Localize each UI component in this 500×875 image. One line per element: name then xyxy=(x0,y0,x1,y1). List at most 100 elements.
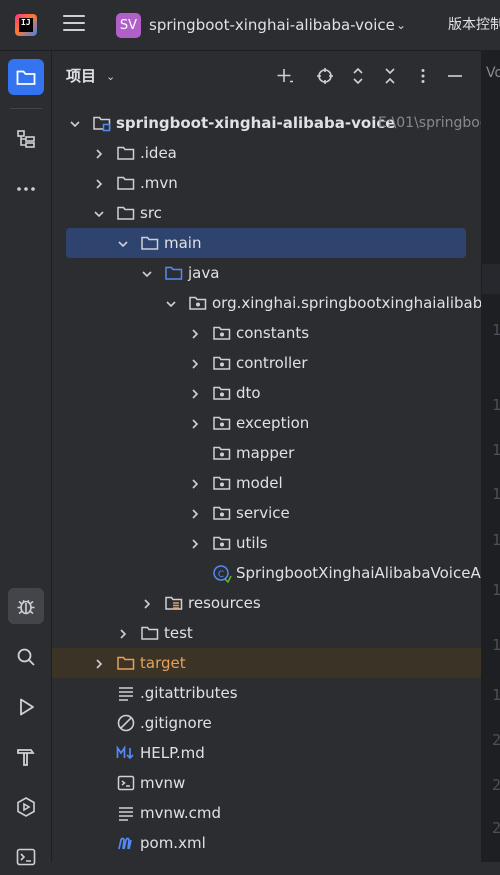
terminal-tool-button[interactable] xyxy=(8,839,44,875)
tree-row-gitattributes[interactable]: .gitattributes xyxy=(52,678,481,708)
editor-area[interactable]: Vo 1 1 1 1 1 1 1 1 2 2 2 xyxy=(481,51,500,862)
package-folder-icon xyxy=(212,503,232,523)
chevron-right-icon[interactable] xyxy=(188,326,202,340)
maven-file-icon xyxy=(116,833,136,853)
options-vertical-icon[interactable] xyxy=(412,65,434,87)
tree-row-idea[interactable]: .idea xyxy=(52,138,481,168)
project-panel: 项目 ⌄ springboot-xinghai-alibaba-voice E:… xyxy=(52,51,494,862)
line-number: 1 xyxy=(492,581,500,599)
run-tool-button[interactable] xyxy=(8,689,44,725)
package-folder-icon xyxy=(212,323,232,343)
chevron-right-icon[interactable] xyxy=(188,476,202,490)
tree-row-exception[interactable]: exception xyxy=(52,408,481,438)
tree-label: .gitattributes xyxy=(140,684,238,702)
more-tools-button[interactable] xyxy=(8,171,44,207)
line-number: 1 xyxy=(492,485,500,503)
debug-tool-button[interactable] xyxy=(8,588,44,624)
collapse-all-icon[interactable] xyxy=(379,65,401,87)
tree-row-constants[interactable]: constants xyxy=(52,318,481,348)
tree-row-service[interactable]: service xyxy=(52,498,481,528)
tree-row-help[interactable]: HELP.md xyxy=(52,738,481,768)
source-folder-icon xyxy=(164,263,184,283)
tree-row-app-class[interactable]: C SpringbootXinghaiAlibabaVoiceA xyxy=(52,558,481,588)
chevron-down-icon[interactable]: ⌄ xyxy=(106,70,115,83)
search-tool-button[interactable] xyxy=(8,639,44,675)
tree-row-dto[interactable]: dto xyxy=(52,378,481,408)
tree-row-main[interactable]: main xyxy=(66,228,466,258)
build-tool-button[interactable] xyxy=(8,739,44,775)
tree-row-resources[interactable]: resources xyxy=(52,588,481,618)
folder-icon xyxy=(116,173,136,193)
bug-icon xyxy=(17,599,35,615)
intellij-logo-icon[interactable]: IJ xyxy=(15,14,37,36)
tree-label: constants xyxy=(236,324,310,342)
tree-label: utils xyxy=(236,534,268,552)
chevron-right-icon[interactable] xyxy=(92,146,106,160)
tree-label: HELP.md xyxy=(140,744,205,762)
tree-row-model[interactable]: model xyxy=(52,468,481,498)
tree-row-package[interactable]: org.xinghai.springbootxinghaialibaba xyxy=(52,288,491,318)
tree-label: java xyxy=(188,264,220,282)
project-tool-button[interactable] xyxy=(8,59,44,95)
tree-row-mapper[interactable]: mapper xyxy=(52,438,481,468)
tree-row-mvnw-cmd[interactable]: mvnw.cmd xyxy=(52,798,481,828)
line-number: 1 xyxy=(492,636,500,654)
chevron-right-icon[interactable] xyxy=(188,386,202,400)
tree-row-test[interactable]: test xyxy=(52,618,481,648)
chevron-down-icon[interactable] xyxy=(68,116,82,130)
tree-row-controller[interactable]: controller xyxy=(52,348,481,378)
tree-row-utils[interactable]: utils xyxy=(52,528,481,558)
tree-row-mvnw[interactable]: mvnw xyxy=(52,768,481,798)
line-number: 2 xyxy=(492,819,500,837)
locate-icon[interactable] xyxy=(314,65,336,87)
add-icon[interactable] xyxy=(274,65,296,87)
chevron-right-icon[interactable] xyxy=(188,356,202,370)
folder-icon xyxy=(16,70,36,85)
line-number: 1 xyxy=(492,321,500,339)
chevron-down-icon[interactable] xyxy=(116,236,130,250)
editor-tab[interactable]: Vo xyxy=(486,65,500,81)
divider xyxy=(10,108,42,109)
package-folder-icon xyxy=(212,383,232,403)
chevron-right-icon[interactable] xyxy=(188,536,202,550)
chevron-down-icon[interactable]: ⌄ xyxy=(396,18,406,32)
main-menu-icon[interactable] xyxy=(63,15,85,35)
tree-label: .mvn xyxy=(140,174,178,192)
chevron-down-icon[interactable] xyxy=(92,206,106,220)
tree-label: model xyxy=(236,474,283,492)
services-tool-button[interactable] xyxy=(8,789,44,825)
hide-panel-icon[interactable] xyxy=(444,65,466,87)
search-icon xyxy=(17,648,35,666)
panel-title[interactable]: 项目 xyxy=(66,65,96,87)
folder-icon xyxy=(116,203,136,223)
chevron-down-icon[interactable] xyxy=(164,296,178,310)
current-line-highlight xyxy=(482,264,500,294)
svg-text:C: C xyxy=(218,570,224,580)
project-badge[interactable]: SV xyxy=(116,13,141,38)
tree-row-target[interactable]: target xyxy=(52,648,481,678)
structure-tool-button[interactable] xyxy=(8,121,44,157)
tree-row-src[interactable]: src xyxy=(52,198,481,228)
chevron-right-icon[interactable] xyxy=(92,656,106,670)
chevron-right-icon[interactable] xyxy=(188,416,202,430)
chevron-right-icon[interactable] xyxy=(116,626,130,640)
more-horizontal-icon xyxy=(17,187,35,191)
tree-label: mapper xyxy=(236,444,295,462)
chevron-right-icon[interactable] xyxy=(188,506,202,520)
chevron-right-icon[interactable] xyxy=(140,596,154,610)
tree-row-java[interactable]: java xyxy=(52,258,481,288)
expand-all-icon[interactable] xyxy=(347,65,369,87)
tree-label: .gitignore xyxy=(140,714,212,732)
tree-label: test xyxy=(164,624,193,642)
services-icon xyxy=(17,797,35,817)
chevron-right-icon[interactable] xyxy=(92,176,106,190)
vcs-widget[interactable]: 版本控制 xyxy=(448,14,500,36)
line-number: 1 xyxy=(492,441,500,459)
project-name[interactable]: springboot-xinghai-alibaba-voice xyxy=(149,14,395,36)
tree-row-gitignore[interactable]: .gitignore xyxy=(52,708,481,738)
tree-label: pom.xml xyxy=(140,834,206,852)
tree-row-mvn[interactable]: .mvn xyxy=(52,168,481,198)
chevron-down-icon[interactable] xyxy=(140,266,154,280)
tree-row-root[interactable]: springboot-xinghai-alibaba-voice E:\01\s… xyxy=(52,108,494,138)
tree-row-pom[interactable]: pom.xml xyxy=(52,828,481,858)
